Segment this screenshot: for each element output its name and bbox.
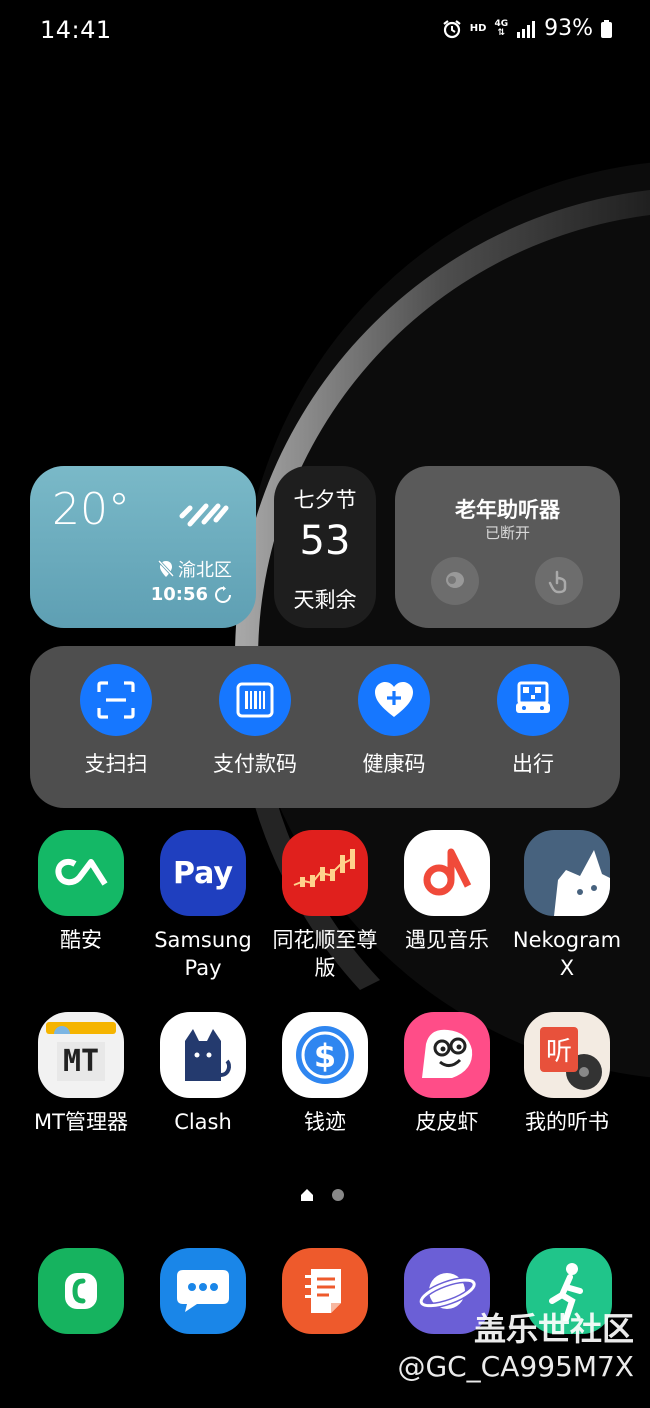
app-qianji[interactable]: $ 钱迹	[264, 1012, 386, 1136]
shortcut-label: 出行	[512, 752, 554, 776]
heart-plus-icon	[358, 664, 430, 736]
refresh-icon[interactable]	[214, 585, 232, 604]
weather-widget[interactable]: 20° 渝北区 10:56	[30, 466, 256, 628]
coolapk-icon	[38, 830, 124, 916]
shortcut-label: 支扫扫	[84, 752, 148, 776]
hearing-aid-title: 老年助听器	[455, 498, 560, 522]
earbud-icon	[446, 572, 464, 588]
data-arrows-icon: ⇅	[497, 27, 506, 38]
hd-indicator: HD	[469, 23, 487, 34]
page-indicator	[300, 1188, 344, 1202]
audiobook-icon-text: 听	[539, 1026, 578, 1072]
app-clash[interactable]: Clash	[142, 1012, 264, 1136]
status-bar: 14:41 HD 4G ⇅ 93%	[0, 0, 650, 60]
app-label: 同花顺至尊 版	[272, 928, 378, 980]
transit-code-icon	[497, 664, 569, 736]
app-label: MT管理器	[34, 1110, 128, 1134]
app-nekogram[interactable]: Nekogram X	[506, 830, 628, 982]
location-label: 渝北区	[178, 560, 232, 581]
shortcut-label: 健康码	[362, 752, 426, 776]
battery-icon	[601, 19, 612, 38]
mt-manager-icon: MT	[38, 1012, 124, 1098]
shortcut-scan[interactable]: 支扫扫	[56, 664, 176, 778]
notes-icon	[305, 1269, 341, 1313]
phone-icon	[65, 1273, 97, 1309]
alipay-shortcuts-widget: 支扫扫 支付款码 健康码 出行	[30, 646, 620, 808]
battery-percent: 93%	[544, 16, 593, 41]
app-label: 皮皮虾	[415, 1110, 479, 1134]
home-page-icon[interactable]	[300, 1188, 314, 1202]
app-label: 遇见音乐	[405, 928, 489, 952]
touch-icon	[548, 570, 567, 594]
countdown-title: 七夕节	[293, 488, 357, 512]
weather-temperature: 20°	[52, 484, 130, 535]
dollar-coin-icon: $	[282, 1012, 368, 1098]
app-label: 我的听书	[525, 1110, 609, 1134]
app-tonghuashun[interactable]: 同花顺至尊 版	[264, 830, 386, 982]
countdown-suffix: 天剩余	[293, 588, 357, 612]
app-meet-music[interactable]: 遇见音乐	[386, 830, 508, 954]
hearing-aid-status: 已断开	[484, 524, 530, 542]
page-dot[interactable]	[332, 1189, 344, 1201]
app-samsung-pay[interactable]: Pay Samsung Pay	[142, 830, 264, 982]
dock-notes[interactable]	[282, 1248, 368, 1334]
signal-icon	[517, 20, 536, 38]
earbud-button[interactable]	[431, 557, 479, 605]
pipixia-face-icon	[404, 1012, 490, 1098]
samsung-pay-icon-text: Pay	[172, 855, 234, 891]
status-time: 14:41	[40, 16, 112, 44]
stock-candles-icon	[282, 830, 368, 916]
app-label: 钱迹	[304, 1110, 346, 1134]
watermark-community: 盖乐世社区	[473, 1310, 634, 1348]
shortcut-pay-code[interactable]: 支付款码	[195, 664, 315, 778]
app-label: Nekogram X	[512, 928, 622, 980]
rain-icon	[179, 503, 229, 527]
status-icons: HD 4G ⇅ 93%	[442, 16, 612, 41]
app-mt-manager[interactable]: MT MT管理器	[20, 1012, 142, 1136]
network-indicator: 4G ⇅	[494, 19, 508, 38]
android-icon	[54, 1026, 70, 1034]
clash-cat-icon	[160, 1012, 246, 1098]
scan-icon	[80, 664, 152, 736]
music-note-icon	[404, 830, 490, 916]
dock-phone[interactable]	[38, 1248, 124, 1334]
weather-updated: 10:56	[151, 584, 232, 605]
countdown-days: 53	[299, 518, 351, 564]
audiobook-record-icon: 听	[524, 1012, 610, 1098]
app-pipixia[interactable]: 皮皮虾	[386, 1012, 508, 1136]
app-label: Samsung Pay	[154, 928, 252, 980]
weather-update-time: 10:56	[150, 584, 208, 605]
samsung-pay-icon: Pay	[160, 830, 246, 916]
barcode-icon	[219, 664, 291, 736]
svg-text:$: $	[314, 1037, 336, 1075]
watermark-user: @GC_CA995M7X	[397, 1350, 634, 1383]
mt-icon-text: MT	[56, 1041, 106, 1081]
planet-icon	[418, 1273, 477, 1309]
chat-bubble-icon	[177, 1270, 229, 1312]
app-my-audiobook[interactable]: 听 我的听书	[506, 1012, 628, 1136]
dock-messages[interactable]	[160, 1248, 246, 1334]
hearing-aid-widget[interactable]: 老年助听器 已断开	[395, 466, 620, 628]
shortcut-transit[interactable]: 出行	[473, 664, 593, 778]
alarm-icon	[443, 19, 461, 38]
location-off-icon	[158, 560, 174, 578]
app-label: Clash	[174, 1110, 232, 1134]
weather-location: 渝北区	[158, 556, 232, 582]
countdown-widget[interactable]: 七夕节 53 天剩余	[274, 466, 376, 628]
shortcut-label: 支付款码	[213, 752, 297, 776]
touch-button[interactable]	[535, 557, 583, 605]
cat-face-icon	[524, 830, 610, 916]
app-label: 酷安	[60, 928, 102, 952]
shortcut-health-code[interactable]: 健康码	[334, 664, 454, 778]
app-coolapk[interactable]: 酷安	[20, 830, 142, 954]
